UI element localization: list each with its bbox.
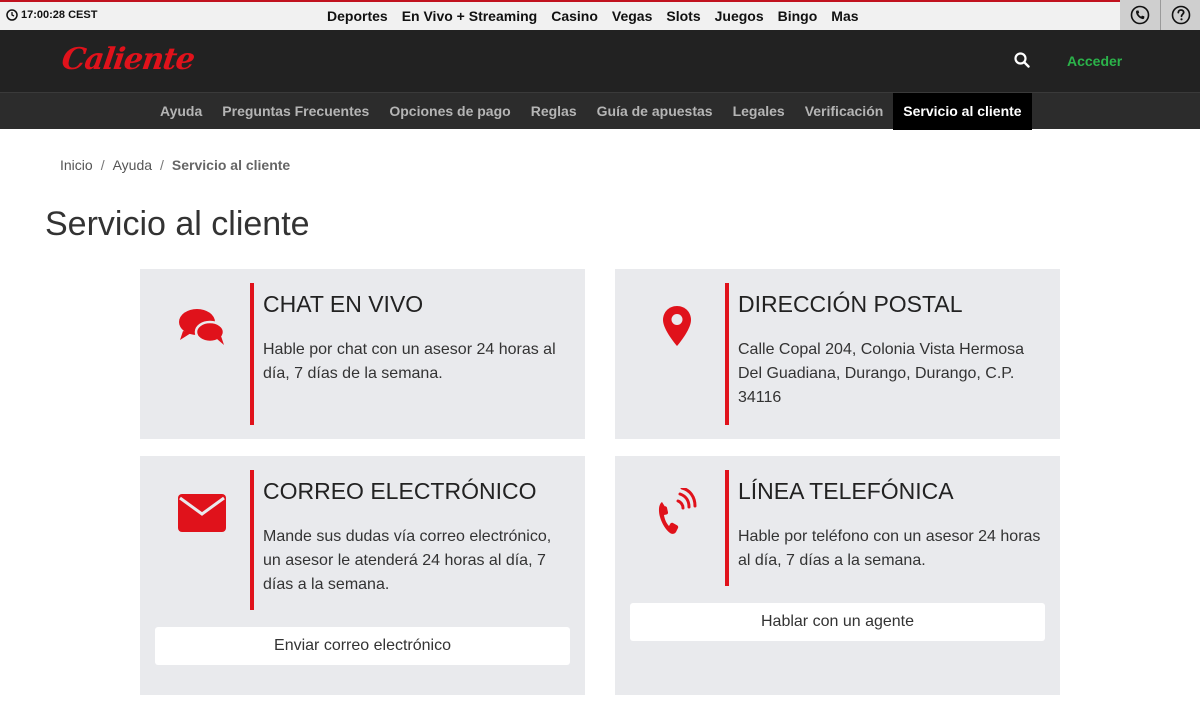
card-title: LÍNEA TELEFÓNICA (738, 478, 954, 504)
topnav-deportes[interactable]: Deportes (320, 6, 395, 26)
chat-bubbles-icon (176, 307, 228, 347)
clock-time: 17:00:28 CEST (21, 9, 98, 21)
clock: 17:00:28 CEST (6, 9, 97, 21)
card-phone-line: LÍNEA TELEFÓNICA Hable por teléfono con … (615, 456, 1060, 695)
map-pin-icon (651, 305, 703, 347)
breadcrumb: Inicio / Ayuda / Servicio al cliente (60, 157, 290, 173)
subnav-opciones-de-pago[interactable]: Opciones de pago (379, 93, 520, 130)
topnav-juegos[interactable]: Juegos (708, 6, 771, 26)
top-nav: Deportes En Vivo + Streaming Casino Vega… (320, 6, 866, 26)
card-text: Calle Copal 204, Colonia Vista Hermosa D… (738, 341, 1025, 406)
card-accent-bar (250, 470, 254, 610)
top-strip: 17:00:28 CEST Deportes En Vivo + Streami… (0, 0, 1200, 30)
subnav-guia-de-apuestas[interactable]: Guía de apuestas (587, 93, 723, 130)
help-button[interactable] (1160, 0, 1200, 30)
phone-icon (1130, 5, 1150, 25)
topnav-casino[interactable]: Casino (544, 6, 605, 26)
card-title: DIRECCIÓN POSTAL (738, 291, 963, 317)
send-email-button[interactable]: Enviar correo electrónico (155, 627, 570, 665)
breadcrumb-inicio[interactable]: Inicio (60, 157, 93, 173)
card-accent-bar (725, 283, 729, 425)
topnav-vegas[interactable]: Vegas (605, 6, 659, 26)
phone-button[interactable] (1120, 0, 1160, 30)
subnav-preguntas-frecuentes[interactable]: Preguntas Frecuentes (212, 93, 379, 130)
breadcrumb-separator: / (160, 157, 164, 173)
subnav-ayuda[interactable]: Ayuda (150, 93, 212, 130)
breadcrumb-current: Servicio al cliente (171, 157, 291, 173)
subnav-legales[interactable]: Legales (723, 93, 795, 130)
topnav-en-vivo-streaming[interactable]: En Vivo + Streaming (395, 6, 545, 26)
search-button[interactable] (1014, 52, 1034, 72)
breadcrumb-separator: / (100, 157, 105, 173)
login-link[interactable]: Acceder (1067, 53, 1122, 69)
topnav-bingo[interactable]: Bingo (771, 6, 825, 26)
phone-ringing-icon (651, 488, 703, 536)
page-title: Servicio al cliente (45, 205, 310, 243)
talk-to-agent-button[interactable]: Hablar con un agente (630, 603, 1045, 641)
top-utility-icons (1120, 0, 1200, 30)
help-subnav: Ayuda Preguntas Frecuentes Opciones de p… (0, 92, 1200, 130)
card-accent-bar (725, 470, 729, 586)
card-title: CHAT EN VIVO (263, 291, 424, 317)
card-postal-address: DIRECCIÓN POSTAL Calle Copal 204, Coloni… (615, 269, 1060, 439)
topnav-mas[interactable]: Mas (824, 6, 865, 26)
subnav-servicio-al-cliente[interactable]: Servicio al cliente (893, 93, 1032, 130)
caliente-logo[interactable]: Caliente (60, 42, 197, 77)
main-header: Caliente Acceder (0, 30, 1200, 92)
card-title: CORREO ELECTRÓNICO (263, 478, 537, 504)
breadcrumb-ayuda[interactable]: Ayuda (113, 157, 152, 173)
envelope-icon (176, 493, 228, 533)
card-email: CORREO ELECTRÓNICO Mande sus dudas vía c… (140, 456, 585, 695)
subnav-verificacion[interactable]: Verificación (795, 93, 894, 130)
card-text: Mande sus dudas vía correo electrónico, … (263, 528, 552, 593)
subnav-reglas[interactable]: Reglas (521, 93, 587, 130)
clock-icon (6, 9, 18, 21)
topnav-slots[interactable]: Slots (659, 6, 707, 26)
card-text: Hable por teléfono con un asesor 24 hora… (738, 528, 1041, 569)
question-icon (1171, 5, 1190, 25)
card-text: Hable por chat con un asesor 24 horas al… (263, 341, 556, 382)
search-icon (1014, 52, 1030, 68)
card-accent-bar (250, 283, 254, 425)
card-chat: CHAT EN VIVO Hable por chat con un aseso… (140, 269, 585, 439)
